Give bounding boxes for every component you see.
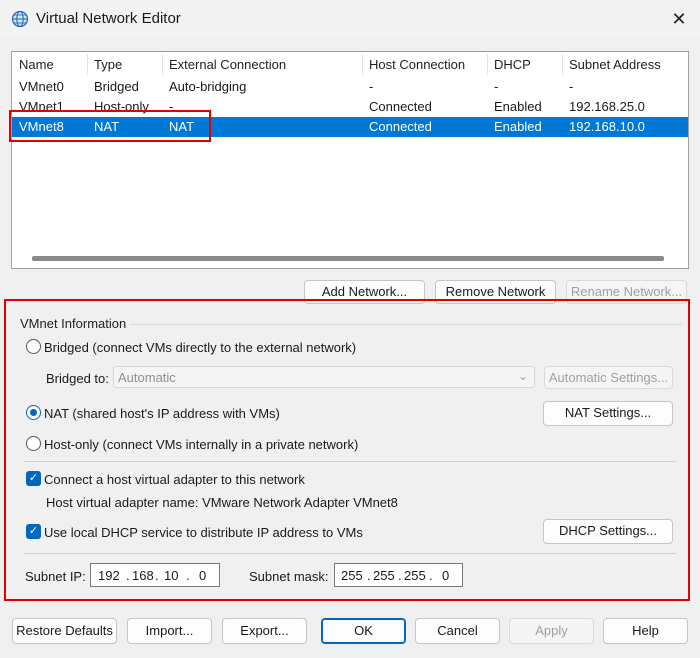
cell-external-connection: - (169, 99, 174, 114)
table-row-selected[interactable]: VMnet8 NAT NAT Connected Enabled 192.168… (12, 117, 688, 137)
cancel-button[interactable]: Cancel (415, 618, 500, 644)
import-button[interactable]: Import... (127, 618, 212, 644)
subnet-mask-octet: 255 (404, 568, 426, 583)
bridged-label[interactable]: Bridged (connect VMs directly to the ext… (44, 340, 356, 355)
chevron-down-icon: ⌄ (517, 369, 528, 383)
subnet-ip-octet: 168 (132, 568, 154, 583)
table-row[interactable]: VMnet1 Host-only - Connected Enabled 192… (12, 97, 688, 117)
globe-icon (11, 10, 29, 28)
header-separator[interactable] (162, 54, 163, 75)
header-host-connection[interactable]: Host Connection (369, 57, 465, 72)
cell-type: Bridged (94, 79, 139, 94)
dhcp-checkbox[interactable]: ✓ (26, 524, 41, 539)
nat-radio[interactable] (26, 405, 41, 420)
adapter-name-text: Host virtual adapter name: VMware Networ… (46, 495, 398, 510)
section-divider (24, 553, 676, 554)
vmnet-info-title: VMnet Information (20, 316, 127, 331)
header-separator[interactable] (362, 54, 363, 75)
bridged-radio[interactable] (26, 339, 41, 354)
nat-settings-button[interactable]: NAT Settings... (543, 401, 673, 426)
window-title: Virtual Network Editor (36, 10, 181, 27)
subnet-ip-octet: 10 (164, 568, 179, 583)
header-subnet-address[interactable]: Subnet Address (569, 57, 661, 72)
bridged-to-value: Automatic (118, 370, 176, 385)
connect-adapter-checkbox[interactable]: ✓ (26, 471, 41, 486)
cell-subnet-address: - (569, 79, 574, 94)
network-list[interactable]: Name Type External Connection Host Conne… (11, 51, 689, 269)
cell-external-connection: Auto-bridging (169, 79, 247, 94)
cell-dhcp: Enabled (494, 119, 542, 134)
dhcp-settings-button[interactable]: DHCP Settings... (543, 519, 673, 544)
host-only-radio[interactable] (26, 436, 41, 451)
nat-label[interactable]: NAT (shared host's IP address with VMs) (44, 406, 280, 421)
cell-subnet-address: 192.168.25.0 (569, 99, 645, 114)
automatic-settings-button[interactable]: Automatic Settings... (544, 366, 673, 389)
bridged-to-label: Bridged to: (46, 371, 109, 386)
header-external-connection[interactable]: External Connection (169, 57, 286, 72)
cell-type: NAT (94, 119, 120, 134)
group-divider (130, 324, 682, 325)
cell-type: Host-only (94, 99, 149, 114)
header-separator[interactable] (487, 54, 488, 75)
subnet-mask-label: Subnet mask: (249, 569, 329, 584)
horizontal-scrollbar[interactable] (32, 256, 664, 261)
subnet-ip-octet: 0 (199, 568, 207, 583)
export-button[interactable]: Export... (222, 618, 307, 644)
cell-dhcp: Enabled (494, 99, 542, 114)
table-row[interactable]: VMnet0 Bridged Auto-bridging - - - (12, 77, 688, 97)
rename-network-button[interactable]: Rename Network... (566, 280, 687, 304)
subnet-mask-input[interactable]: 255 . 255 . 255 . 0 (334, 563, 463, 587)
title-bar: Virtual Network Editor ✕ (0, 0, 700, 38)
remove-network-button[interactable]: Remove Network (435, 280, 556, 304)
cell-external-connection: NAT (169, 119, 195, 134)
cell-host-connection: - (369, 79, 374, 94)
cell-name: VMnet0 (19, 79, 64, 94)
header-separator[interactable] (87, 54, 88, 75)
help-button[interactable]: Help (603, 618, 688, 644)
cell-name: VMnet8 (19, 119, 64, 134)
cell-host-connection: Connected (369, 119, 432, 134)
connect-adapter-label[interactable]: Connect a host virtual adapter to this n… (44, 472, 305, 487)
bridged-to-select[interactable]: Automatic ⌄ (113, 366, 535, 388)
cell-name: VMnet1 (19, 99, 64, 114)
cell-subnet-address: 192.168.10.0 (569, 119, 645, 134)
cell-dhcp: - (494, 79, 499, 94)
header-dhcp[interactable]: DHCP (494, 57, 531, 72)
ok-button[interactable]: OK (321, 618, 406, 644)
apply-button[interactable]: Apply (509, 618, 594, 644)
add-network-button[interactable]: Add Network... (304, 280, 425, 304)
close-icon: ✕ (671, 8, 687, 29)
header-type[interactable]: Type (94, 57, 122, 72)
header-name[interactable]: Name (19, 57, 54, 72)
subnet-mask-octet: 255 (373, 568, 395, 583)
subnet-mask-octet: 255 (341, 568, 363, 583)
subnet-mask-octet: 0 (442, 568, 450, 583)
subnet-ip-octet: 192 (98, 568, 120, 583)
list-header: Name Type External Connection Host Conne… (12, 52, 688, 77)
restore-defaults-button[interactable]: Restore Defaults (12, 618, 117, 644)
section-divider (24, 461, 676, 462)
header-separator[interactable] (562, 54, 563, 75)
dhcp-label[interactable]: Use local DHCP service to distribute IP … (44, 525, 363, 540)
subnet-ip-label: Subnet IP: (25, 569, 86, 584)
subnet-ip-input[interactable]: 192 . 168 . 10 . 0 (90, 563, 220, 587)
host-only-label[interactable]: Host-only (connect VMs internally in a p… (44, 437, 358, 452)
close-button[interactable]: ✕ (666, 6, 692, 32)
cell-host-connection: Connected (369, 99, 432, 114)
